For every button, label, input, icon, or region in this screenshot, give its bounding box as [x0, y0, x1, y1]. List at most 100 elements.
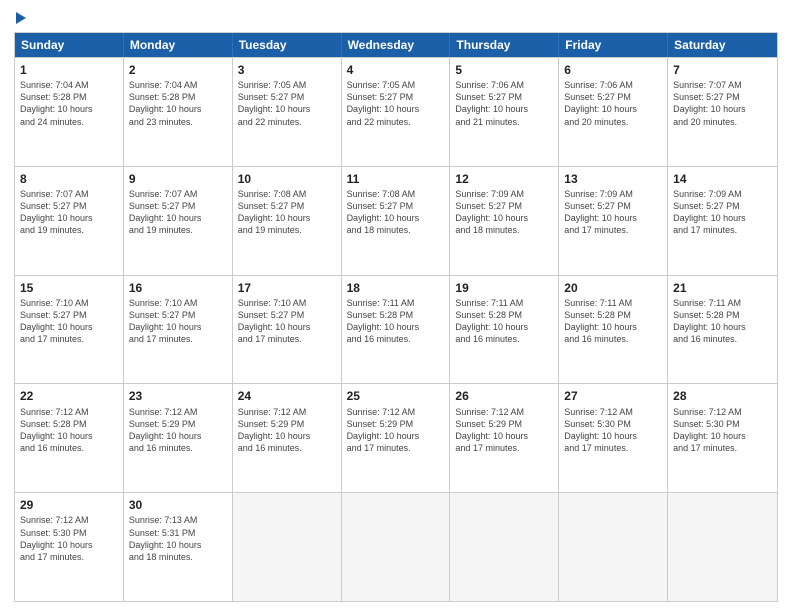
day-info: Sunrise: 7:11 AMSunset: 5:28 PMDaylight:… — [564, 297, 662, 346]
calendar-cell: 27 Sunrise: 7:12 AMSunset: 5:30 PMDayligh… — [559, 384, 668, 492]
calendar-cell: 26 Sunrise: 7:12 AMSunset: 5:29 PMDayligh… — [450, 384, 559, 492]
day-number: 1 — [20, 62, 118, 78]
calendar-cell: 15Sunrise: 7:10 AMSunset: 5:27 PMDayligh… — [15, 276, 124, 384]
calendar-cell: 22 Sunrise: 7:12 AMSunset: 5:28 PMDayligh… — [15, 384, 124, 492]
day-number: 9 — [129, 171, 227, 187]
day-number: 15 — [20, 280, 118, 296]
day-number: 26 — [455, 388, 553, 404]
day-number: 23 — [129, 388, 227, 404]
day-info: Sunrise: 7:08 AMSunset: 5:27 PMDaylight:… — [347, 188, 445, 237]
calendar-cell — [559, 493, 668, 601]
day-number: 30 — [129, 497, 227, 513]
calendar-cell: 29Sunrise: 7:12 AMSunset: 5:30 PMDayligh… — [15, 493, 124, 601]
day-number: 22 — [20, 388, 118, 404]
calendar-cell — [668, 493, 777, 601]
calendar-cell: 1Sunrise: 7:04 AMSunset: 5:28 PMDaylight… — [15, 58, 124, 166]
day-info: Sunrise: 7:12 AMSunset: 5:30 PMDaylight:… — [20, 514, 118, 563]
day-info: Sunrise: 7:12 AMSunset: 5:30 PMDaylight:… — [564, 406, 662, 455]
day-info: Sunrise: 7:05 AMSunset: 5:27 PMDaylight:… — [347, 79, 445, 128]
day-number: 4 — [347, 62, 445, 78]
calendar-cell: 13Sunrise: 7:09 AMSunset: 5:27 PMDayligh… — [559, 167, 668, 275]
calendar-cell: 4Sunrise: 7:05 AMSunset: 5:27 PMDaylight… — [342, 58, 451, 166]
calendar-cell: 17Sunrise: 7:10 AMSunset: 5:27 PMDayligh… — [233, 276, 342, 384]
calendar-cell: 2Sunrise: 7:04 AMSunset: 5:28 PMDaylight… — [124, 58, 233, 166]
day-number: 12 — [455, 171, 553, 187]
day-info: Sunrise: 7:08 AMSunset: 5:27 PMDaylight:… — [238, 188, 336, 237]
calendar-cell — [233, 493, 342, 601]
day-info: Sunrise: 7:07 AMSunset: 5:27 PMDaylight:… — [20, 188, 118, 237]
calendar-header: SundayMondayTuesdayWednesdayThursdayFrid… — [15, 33, 777, 57]
header-day-wednesday: Wednesday — [342, 33, 451, 57]
day-info: Sunrise: 7:07 AMSunset: 5:27 PMDaylight:… — [673, 79, 772, 128]
header-day-sunday: Sunday — [15, 33, 124, 57]
day-info: Sunrise: 7:07 AMSunset: 5:27 PMDaylight:… — [129, 188, 227, 237]
day-info: Sunrise: 7:11 AMSunset: 5:28 PMDaylight:… — [673, 297, 772, 346]
calendar-row-3: 15Sunrise: 7:10 AMSunset: 5:27 PMDayligh… — [15, 275, 777, 384]
calendar-cell: 16Sunrise: 7:10 AMSunset: 5:27 PMDayligh… — [124, 276, 233, 384]
day-number: 17 — [238, 280, 336, 296]
calendar-cell: 30Sunrise: 7:13 AMSunset: 5:31 PMDayligh… — [124, 493, 233, 601]
calendar-cell: 14Sunrise: 7:09 AMSunset: 5:27 PMDayligh… — [668, 167, 777, 275]
calendar-row-2: 8Sunrise: 7:07 AMSunset: 5:27 PMDaylight… — [15, 166, 777, 275]
day-info: Sunrise: 7:11 AMSunset: 5:28 PMDaylight:… — [347, 297, 445, 346]
day-info: Sunrise: 7:12 AMSunset: 5:29 PMDaylight:… — [129, 406, 227, 455]
day-number: 20 — [564, 280, 662, 296]
day-number: 7 — [673, 62, 772, 78]
calendar: SundayMondayTuesdayWednesdayThursdayFrid… — [14, 32, 778, 602]
day-info: Sunrise: 7:12 AMSunset: 5:29 PMDaylight:… — [238, 406, 336, 455]
logo — [14, 10, 26, 24]
day-number: 10 — [238, 171, 336, 187]
calendar-cell: 11Sunrise: 7:08 AMSunset: 5:27 PMDayligh… — [342, 167, 451, 275]
calendar-body: 1Sunrise: 7:04 AMSunset: 5:28 PMDaylight… — [15, 57, 777, 601]
day-info: Sunrise: 7:09 AMSunset: 5:27 PMDaylight:… — [455, 188, 553, 237]
logo-arrow-icon — [16, 12, 26, 24]
day-info: Sunrise: 7:13 AMSunset: 5:31 PMDaylight:… — [129, 514, 227, 563]
header-day-thursday: Thursday — [450, 33, 559, 57]
calendar-row-1: 1Sunrise: 7:04 AMSunset: 5:28 PMDaylight… — [15, 57, 777, 166]
day-info: Sunrise: 7:04 AMSunset: 5:28 PMDaylight:… — [129, 79, 227, 128]
day-info: Sunrise: 7:06 AMSunset: 5:27 PMDaylight:… — [564, 79, 662, 128]
day-info: Sunrise: 7:10 AMSunset: 5:27 PMDaylight:… — [129, 297, 227, 346]
day-info: Sunrise: 7:12 AMSunset: 5:30 PMDaylight:… — [673, 406, 772, 455]
day-info: Sunrise: 7:09 AMSunset: 5:27 PMDaylight:… — [564, 188, 662, 237]
calendar-cell: 18Sunrise: 7:11 AMSunset: 5:28 PMDayligh… — [342, 276, 451, 384]
day-number: 29 — [20, 497, 118, 513]
header-day-saturday: Saturday — [668, 33, 777, 57]
calendar-cell — [342, 493, 451, 601]
calendar-cell: 3Sunrise: 7:05 AMSunset: 5:27 PMDaylight… — [233, 58, 342, 166]
calendar-cell: 20Sunrise: 7:11 AMSunset: 5:28 PMDayligh… — [559, 276, 668, 384]
day-info: Sunrise: 7:10 AMSunset: 5:27 PMDaylight:… — [238, 297, 336, 346]
day-number: 27 — [564, 388, 662, 404]
day-info: Sunrise: 7:04 AMSunset: 5:28 PMDaylight:… — [20, 79, 118, 128]
header-day-friday: Friday — [559, 33, 668, 57]
day-number: 3 — [238, 62, 336, 78]
day-number: 21 — [673, 280, 772, 296]
day-number: 24 — [238, 388, 336, 404]
calendar-cell: 25 Sunrise: 7:12 AMSunset: 5:29 PMDayligh… — [342, 384, 451, 492]
calendar-cell: 12Sunrise: 7:09 AMSunset: 5:27 PMDayligh… — [450, 167, 559, 275]
day-number: 14 — [673, 171, 772, 187]
day-info: Sunrise: 7:12 AMSunset: 5:28 PMDaylight:… — [20, 406, 118, 455]
day-number: 2 — [129, 62, 227, 78]
day-number: 25 — [347, 388, 445, 404]
day-info: Sunrise: 7:12 AMSunset: 5:29 PMDaylight:… — [347, 406, 445, 455]
day-number: 11 — [347, 171, 445, 187]
day-info: Sunrise: 7:09 AMSunset: 5:27 PMDaylight:… — [673, 188, 772, 237]
day-info: Sunrise: 7:05 AMSunset: 5:27 PMDaylight:… — [238, 79, 336, 128]
day-number: 19 — [455, 280, 553, 296]
page: SundayMondayTuesdayWednesdayThursdayFrid… — [0, 0, 792, 612]
day-info: Sunrise: 7:10 AMSunset: 5:27 PMDaylight:… — [20, 297, 118, 346]
calendar-cell: 21Sunrise: 7:11 AMSunset: 5:28 PMDayligh… — [668, 276, 777, 384]
day-number: 5 — [455, 62, 553, 78]
day-info: Sunrise: 7:06 AMSunset: 5:27 PMDaylight:… — [455, 79, 553, 128]
calendar-cell: 8Sunrise: 7:07 AMSunset: 5:27 PMDaylight… — [15, 167, 124, 275]
header-day-monday: Monday — [124, 33, 233, 57]
calendar-cell — [450, 493, 559, 601]
day-info: Sunrise: 7:12 AMSunset: 5:29 PMDaylight:… — [455, 406, 553, 455]
calendar-row-5: 29Sunrise: 7:12 AMSunset: 5:30 PMDayligh… — [15, 492, 777, 601]
calendar-cell: 5Sunrise: 7:06 AMSunset: 5:27 PMDaylight… — [450, 58, 559, 166]
calendar-cell: 10Sunrise: 7:08 AMSunset: 5:27 PMDayligh… — [233, 167, 342, 275]
day-number: 16 — [129, 280, 227, 296]
calendar-cell: 23 Sunrise: 7:12 AMSunset: 5:29 PMDayligh… — [124, 384, 233, 492]
day-number: 28 — [673, 388, 772, 404]
